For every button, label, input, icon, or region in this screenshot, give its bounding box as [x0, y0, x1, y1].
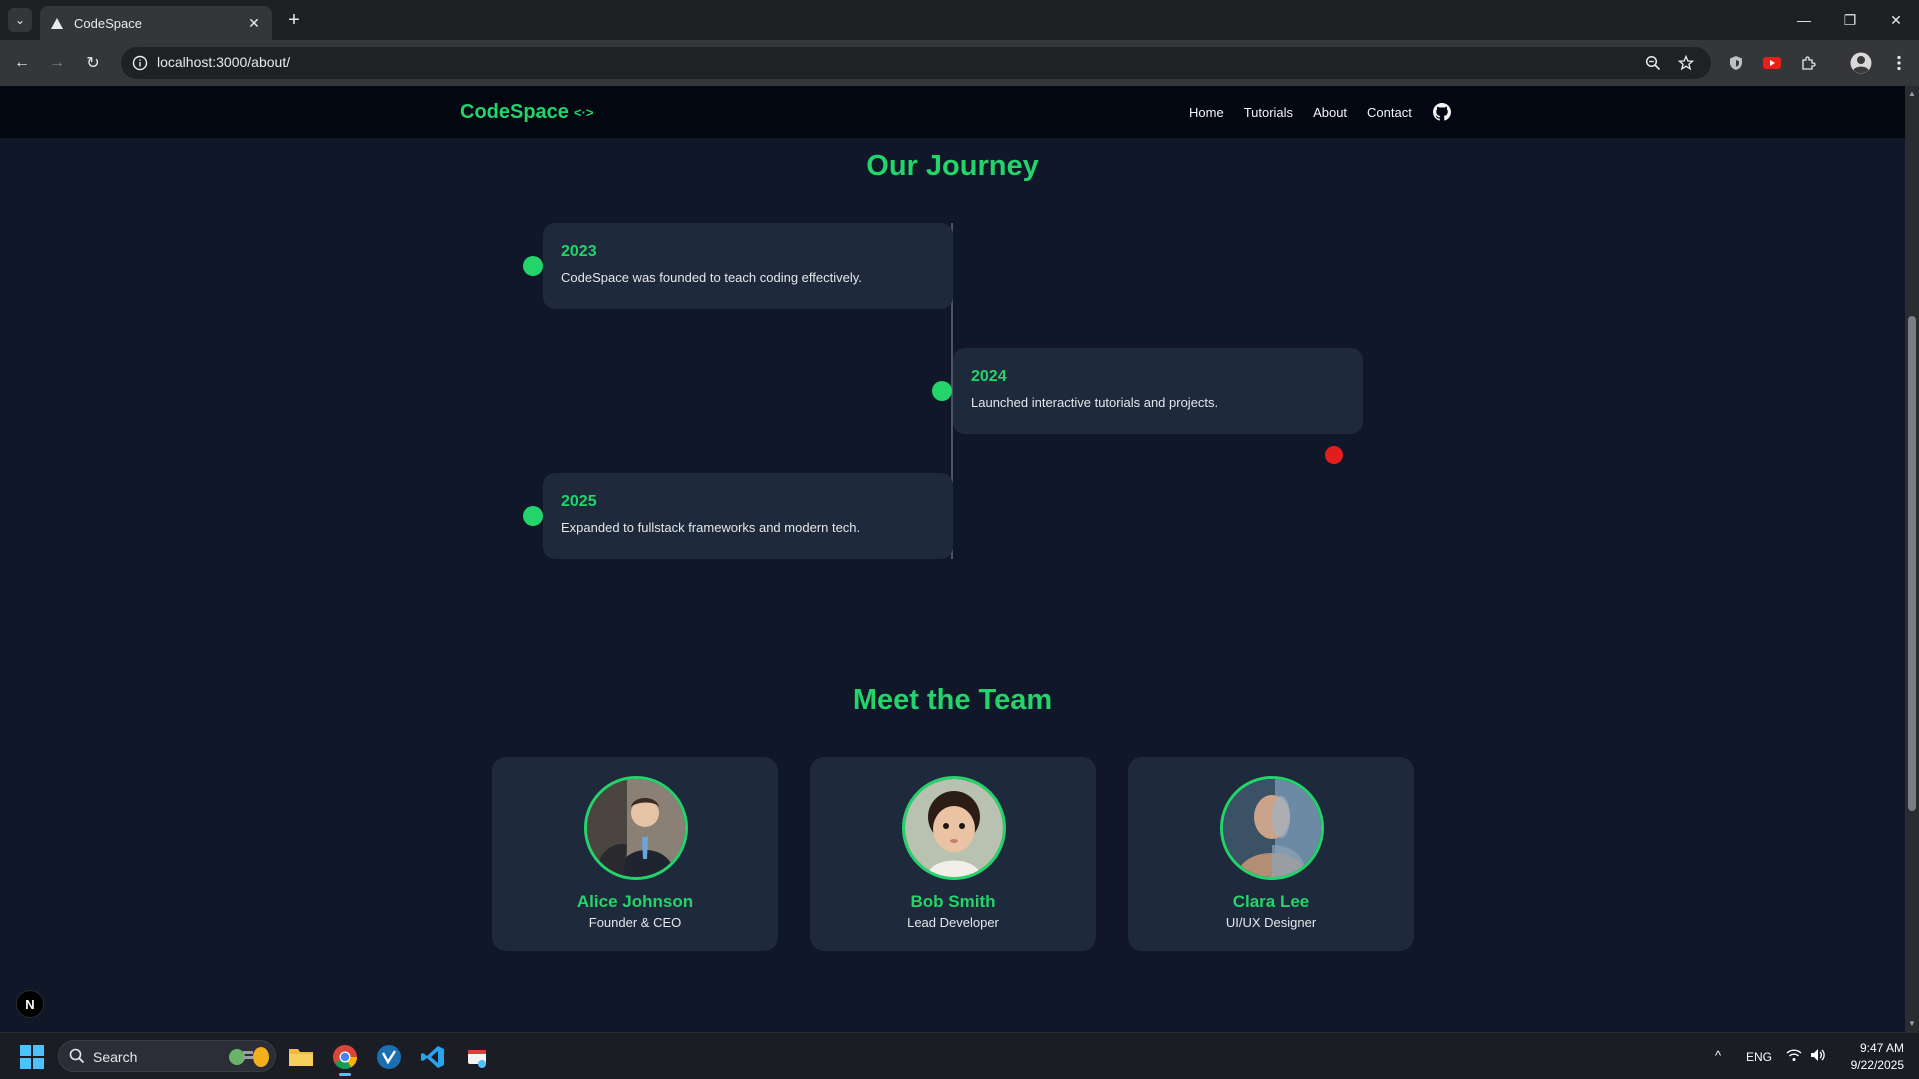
- timeline-card-2025: 2025 Expanded to fullstack frameworks an…: [543, 473, 953, 559]
- minimize-button[interactable]: —: [1786, 6, 1822, 34]
- chrome-icon[interactable]: [329, 1041, 361, 1076]
- timeline-year: 2024: [971, 368, 1007, 385]
- avatar: [902, 776, 1006, 880]
- timeline-card-2024: 2024 Launched interactive tutorials and …: [953, 348, 1363, 434]
- nav-link-contact[interactable]: Contact: [1367, 105, 1412, 120]
- windows-start-icon[interactable]: [20, 1045, 44, 1069]
- code-brackets-icon: <·>: [573, 105, 594, 120]
- site-info-icon[interactable]: [132, 55, 148, 71]
- member-name: Alice Johnson: [576, 892, 694, 911]
- github-icon[interactable]: [1432, 102, 1452, 122]
- team-card-alice: Alice Johnson Founder & CEO: [492, 757, 778, 951]
- timeline-dot: [523, 506, 543, 526]
- nav-link-about[interactable]: About: [1313, 105, 1347, 120]
- browser-tab[interactable]: CodeSpace ✕: [40, 6, 272, 40]
- member-role: Lead Developer: [907, 915, 999, 930]
- url-text[interactable]: localhost:3000/about/: [157, 54, 290, 70]
- profile-avatar-icon[interactable]: [1848, 50, 1874, 76]
- back-button[interactable]: ←: [9, 50, 35, 76]
- youtube-extension-icon[interactable]: [1759, 50, 1785, 76]
- member-role: UI/UX Designer: [1225, 915, 1317, 930]
- reload-button[interactable]: ↻: [80, 50, 106, 76]
- timeline-year: 2025: [561, 493, 597, 510]
- avatar: [584, 776, 688, 880]
- member-name: Bob Smith: [910, 892, 996, 911]
- browser-tab-bar: ⌄ CodeSpace ✕ + — ❐ ✕: [0, 0, 1919, 40]
- tray-overflow-icon[interactable]: ^: [1715, 1048, 1721, 1063]
- tab-title: CodeSpace: [74, 15, 142, 31]
- zoom-icon[interactable]: [1642, 52, 1664, 74]
- window-close-button[interactable]: ✕: [1878, 6, 1914, 34]
- scroll-down-icon[interactable]: ▼: [1908, 1020, 1916, 1028]
- brand-logo[interactable]: CodeSpace <·>: [460, 101, 593, 124]
- extensions-puzzle-icon[interactable]: [1796, 50, 1822, 76]
- file-explorer-icon[interactable]: [285, 1041, 317, 1073]
- timeline-card-2023: 2023 CodeSpace was founded to teach codi…: [543, 223, 953, 309]
- member-role: Founder & CEO: [588, 915, 682, 930]
- volume-icon[interactable]: [1810, 1048, 1826, 1065]
- nav-link-home[interactable]: Home: [1189, 105, 1224, 120]
- site-navbar: CodeSpace <·> Home Tutorials About Conta…: [0, 86, 1905, 138]
- brand-name: CodeSpace: [460, 101, 569, 123]
- clock-time[interactable]: 9:47 AM: [1856, 1041, 1904, 1055]
- browser-menu-icon[interactable]: [1886, 50, 1912, 76]
- vscode-icon[interactable]: [417, 1041, 449, 1073]
- wifi-icon[interactable]: [1786, 1048, 1802, 1065]
- timeline-text: Expanded to fullstack frameworks and mod…: [561, 520, 861, 535]
- member-name: Clara Lee: [1232, 892, 1310, 911]
- search-highlight-icon: [227, 1046, 271, 1068]
- timeline-dot: [523, 256, 543, 276]
- clock-date[interactable]: 9/22/2025: [1842, 1058, 1904, 1072]
- timeline-text: CodeSpace was founded to teach coding ef…: [561, 270, 862, 285]
- shield-extension-icon[interactable]: [1723, 50, 1749, 76]
- nav-links: Home Tutorials About Contact: [1189, 102, 1452, 122]
- active-app-indicator: [339, 1073, 351, 1076]
- team-title: Meet the Team: [852, 684, 1053, 716]
- page-scrollbar[interactable]: ▲ ▼: [1905, 86, 1919, 1032]
- journey-title: Our Journey: [866, 150, 1039, 182]
- forward-button[interactable]: →: [44, 50, 70, 76]
- scroll-thumb[interactable]: [1908, 316, 1916, 811]
- new-tab-button[interactable]: +: [282, 8, 306, 32]
- vercel-triangle-icon: [50, 16, 64, 30]
- tab-search-button[interactable]: ⌄: [8, 8, 32, 32]
- search-label: Search: [93, 1049, 138, 1065]
- team-card-clara: Clara Lee UI/UX Designer: [1128, 757, 1414, 951]
- red-cursor-dot: [1325, 446, 1343, 464]
- timeline-dot: [932, 381, 952, 401]
- nextjs-devtools-button[interactable]: N: [16, 990, 44, 1018]
- page-viewport: CodeSpace <·> Home Tutorials About Conta…: [0, 86, 1905, 1032]
- restore-button[interactable]: ❐: [1832, 6, 1868, 34]
- search-icon: [69, 1048, 85, 1064]
- bookmark-star-icon[interactable]: [1675, 52, 1697, 74]
- timeline-text: Launched interactive tutorials and proje…: [971, 395, 1219, 410]
- nav-link-tutorials[interactable]: Tutorials: [1244, 105, 1293, 120]
- tab-close-icon[interactable]: ✕: [244, 13, 264, 33]
- scroll-up-icon[interactable]: ▲: [1908, 90, 1916, 98]
- windows-taskbar: Search ^ ENG 9:47 AM 9/22/2025: [0, 1032, 1919, 1079]
- snipping-tool-icon[interactable]: [461, 1041, 493, 1073]
- address-bar[interactable]: [121, 47, 1711, 79]
- team-card-bob: Bob Smith Lead Developer: [810, 757, 1096, 951]
- vscode-alt-icon[interactable]: [373, 1041, 405, 1073]
- avatar: [1220, 776, 1324, 880]
- taskbar-search[interactable]: Search: [58, 1040, 276, 1072]
- language-indicator[interactable]: ENG: [1746, 1050, 1772, 1064]
- timeline-year: 2023: [561, 243, 597, 260]
